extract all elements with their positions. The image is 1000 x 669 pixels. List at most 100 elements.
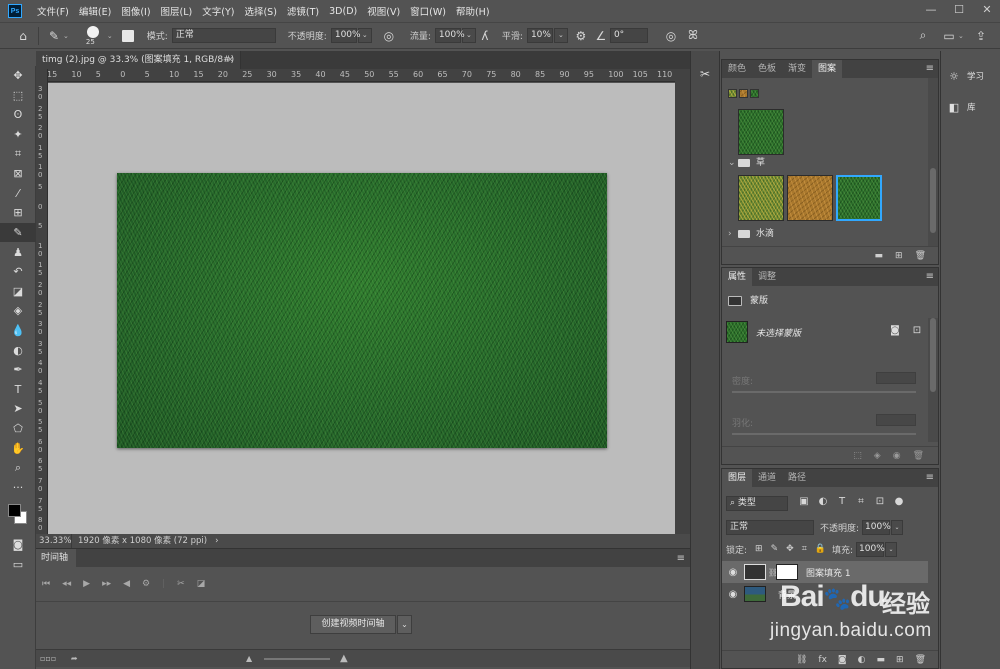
- new-layer-icon[interactable]: ⊞: [896, 655, 904, 665]
- document-image-grass[interactable]: [117, 173, 607, 448]
- lock-artboard-icon[interactable]: ⌗: [802, 544, 807, 554]
- pattern-thumbnail-selected[interactable]: [836, 175, 882, 221]
- tab-adjustments[interactable]: 调整: [752, 268, 782, 286]
- play-icon[interactable]: ▶: [83, 579, 90, 589]
- path-selection-tool-icon[interactable]: ➤: [0, 399, 36, 419]
- density-slider[interactable]: [732, 391, 916, 393]
- gear-icon[interactable]: ⚙: [572, 27, 590, 45]
- feather-slider[interactable]: [732, 433, 916, 435]
- pen-tool-icon[interactable]: ✒: [0, 360, 36, 380]
- history-brush-tool-icon[interactable]: ↶: [0, 262, 36, 282]
- scroll-thumb[interactable]: [930, 168, 936, 233]
- lock-image-icon[interactable]: ✎: [771, 544, 779, 554]
- horizontal-ruler[interactable]: 15 10 5 0 5 10 15 20 25 30 35 40 45 50 55 60 65 70 75 80 85 9…: [48, 69, 675, 82]
- blur-tool-icon[interactable]: 💧: [0, 321, 36, 341]
- status-menu-arrow[interactable]: ›: [207, 534, 218, 548]
- marquee-tool-icon[interactable]: ⬚: [0, 86, 36, 106]
- apply-mask-icon[interactable]: ◈: [874, 451, 881, 461]
- crop-tool-icon[interactable]: ⌗: [0, 144, 36, 164]
- panel-menu-icon[interactable]: ≡: [926, 469, 934, 487]
- menu-type[interactable]: 文字(Y): [197, 4, 239, 18]
- vertical-ruler[interactable]: 3 0 2 5 2 0 1 5 1 0 5 0 5 1 0 1 5 2 0 2 5 3 0 3 5 4 0 4…: [36, 69, 48, 534]
- healing-brush-tool-icon[interactable]: ⊞: [0, 203, 36, 223]
- menu-edit[interactable]: 编辑(E): [74, 4, 116, 18]
- menu-3d[interactable]: 3D(D): [324, 6, 362, 17]
- filter-adjustment-icon[interactable]: ◐: [815, 496, 831, 511]
- layer-opacity-input[interactable]: 100%: [862, 519, 891, 535]
- pattern-thumbnail[interactable]: [738, 175, 784, 221]
- chevron-down-icon[interactable]: ⌄: [107, 32, 113, 40]
- hand-tool-icon[interactable]: ✋: [0, 438, 36, 458]
- timeline-type-dropdown[interactable]: ⌄: [397, 615, 412, 634]
- menu-image[interactable]: 图像(I): [116, 4, 155, 18]
- menu-layer[interactable]: 图层(L): [156, 4, 198, 18]
- recent-pattern[interactable]: [750, 89, 759, 98]
- frame-rate-icon[interactable]: ▫▫▫: [40, 654, 56, 663]
- smoothing-input[interactable]: 10%: [526, 28, 553, 43]
- layer-mask-thumbnail[interactable]: [776, 564, 798, 580]
- lock-all-icon[interactable]: 🔒: [815, 544, 826, 554]
- filter-toggle-icon[interactable]: ●: [891, 496, 907, 511]
- panel-menu-icon[interactable]: ≡: [926, 268, 934, 286]
- tab-color[interactable]: 颜色: [722, 60, 752, 78]
- menu-window[interactable]: 窗口(W): [405, 4, 451, 18]
- recent-pattern[interactable]: [739, 89, 748, 98]
- first-frame-icon[interactable]: ⏮: [42, 579, 50, 589]
- tab-paths[interactable]: 路径: [782, 469, 812, 487]
- brush-preset-picker[interactable]: 25: [83, 25, 105, 47]
- tab-patterns[interactable]: 图案: [812, 60, 843, 78]
- tab-channels[interactable]: 通道: [752, 469, 782, 487]
- settings-icon[interactable]: ⚙: [142, 579, 150, 589]
- chevron-down-icon[interactable]: ⌄: [63, 32, 69, 40]
- previous-frame-icon[interactable]: ◂◂: [62, 579, 71, 589]
- load-selection-icon[interactable]: ⬚: [853, 451, 862, 461]
- patterns-scrollbar[interactable]: [928, 78, 938, 246]
- type-tool-icon[interactable]: T: [0, 380, 36, 400]
- zoom-out-icon[interactable]: ▲: [246, 650, 252, 668]
- menu-filter[interactable]: 滤镜(T): [282, 4, 324, 18]
- pressure-size-icon[interactable]: ◎: [662, 27, 680, 45]
- tab-layers[interactable]: 图层: [722, 469, 753, 487]
- symmetry-icon[interactable]: ꕤ: [684, 27, 702, 45]
- pattern-thumbnail[interactable]: [738, 109, 784, 155]
- filter-type-icon[interactable]: T: [834, 496, 850, 511]
- frame-tool-icon[interactable]: ⊠: [0, 164, 36, 184]
- filter-pixel-icon[interactable]: ▣: [796, 496, 812, 511]
- search-icon[interactable]: ⌕: [914, 27, 932, 45]
- scroll-thumb[interactable]: [930, 318, 936, 392]
- render-icon[interactable]: ➦: [71, 654, 78, 663]
- learn-panel-button[interactable]: ☼ 学习: [945, 65, 997, 87]
- fx-icon[interactable]: fx: [818, 655, 827, 665]
- trash-icon[interactable]: 🗑: [915, 655, 926, 665]
- pattern-thumbnail[interactable]: [787, 175, 833, 221]
- home-icon[interactable]: ⌂: [14, 27, 32, 45]
- zoom-level[interactable]: 33.33%: [36, 534, 72, 548]
- share-icon[interactable]: ⇪: [972, 27, 990, 45]
- more-tools-icon[interactable]: ···: [0, 477, 36, 497]
- panel-menu-icon[interactable]: ≡: [677, 549, 685, 568]
- tab-timeline[interactable]: 时间轴: [36, 549, 76, 568]
- chevron-down-icon[interactable]: ⌄: [891, 519, 904, 535]
- brush-tool-icon[interactable]: ✎: [45, 27, 63, 45]
- new-group-icon[interactable]: ▬: [875, 251, 884, 261]
- brush-tool-icon[interactable]: ✎: [0, 222, 36, 243]
- layer-filter-select[interactable]: ⌕ 类型: [726, 495, 788, 511]
- filter-smart-object-icon[interactable]: ⊡: [872, 496, 888, 511]
- audio-icon[interactable]: ◀: [123, 579, 130, 589]
- new-pattern-icon[interactable]: ⊞: [895, 251, 903, 261]
- feather-input[interactable]: [876, 414, 916, 426]
- panel-menu-icon[interactable]: ≡: [926, 60, 934, 78]
- minimize-button[interactable]: —: [924, 2, 938, 18]
- document-tab[interactable]: timg (2).jpg @ 33.3% (图案填充 1, RGB/8#) * …: [36, 51, 241, 83]
- pattern-folder-water[interactable]: › 水滴: [722, 226, 928, 243]
- add-vector-mask-icon[interactable]: ⊡: [910, 325, 924, 339]
- foreground-color-swatch[interactable]: [8, 504, 21, 518]
- menu-view[interactable]: 视图(V): [362, 4, 405, 18]
- eye-icon[interactable]: ◉: [722, 567, 744, 578]
- tools-scissors-icon[interactable]: ✂: [691, 63, 719, 85]
- menu-select[interactable]: 选择(S): [239, 4, 281, 18]
- trash-icon[interactable]: 🗑: [915, 251, 926, 261]
- mode-select[interactable]: 正常: [171, 28, 276, 43]
- tab-properties[interactable]: 属性: [722, 268, 753, 286]
- properties-scrollbar[interactable]: [928, 318, 938, 442]
